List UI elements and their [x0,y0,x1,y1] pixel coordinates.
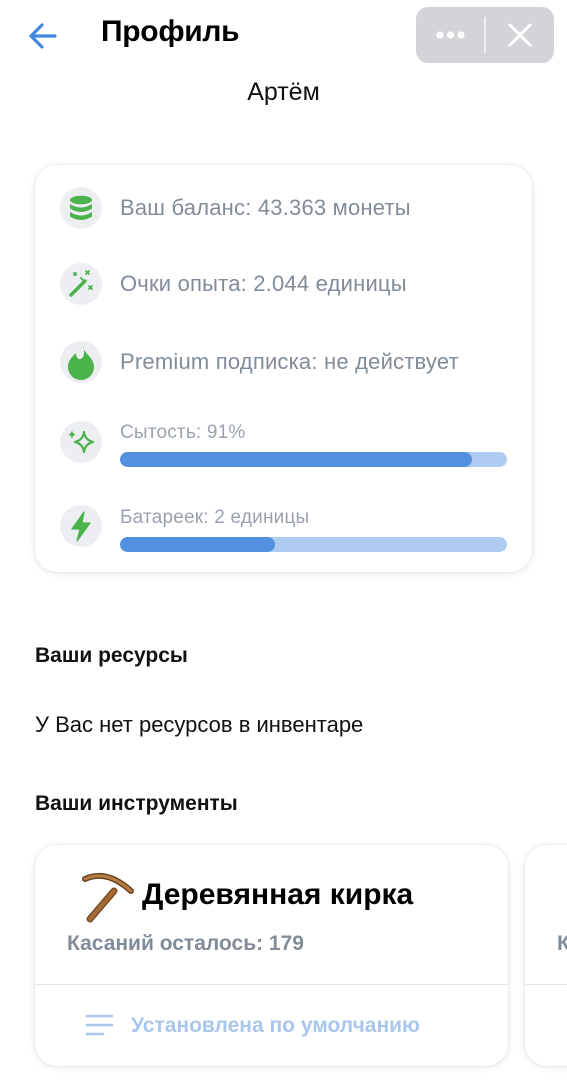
batteries-label: Батареек: 2 единицы [120,507,310,528]
resources-title: Ваши ресурсы [35,644,188,667]
close-icon [508,23,532,47]
user-name: Артём [247,78,320,106]
stat-satiety: Сытость: 91% [35,413,532,473]
window-controls [416,7,554,63]
satiety-progress-fill [120,452,473,467]
pickaxe-icon [77,867,137,927]
arrow-left-icon [29,23,57,49]
stat-premium: Premium подписка: не действует [35,333,532,393]
header: Профиль [0,0,567,70]
list-icon [85,1014,114,1036]
satiety-progress-bar [120,452,507,467]
tool-uses-left: Касаний осталось: 179 [67,932,304,955]
batteries-progress-fill [120,537,275,552]
back-button[interactable] [24,18,64,54]
resources-empty-message: У Вас нет ресурсов в инвентаре [35,712,364,737]
tool-divider [525,984,567,985]
batteries-progress-bar [120,537,507,552]
stat-batteries: Батареек: 2 единицы [35,498,532,558]
experience-label: Очки опыта: 2.044 единицы [120,271,407,296]
set-default-button[interactable]: Установлена по умолчанию [35,985,508,1066]
coins-stack-icon [60,187,102,229]
more-horizontal-icon [436,31,465,39]
set-default-label: Установлена по умолчанию [131,1014,420,1037]
balance-label: Ваш баланс: 43.363 монеты [120,195,411,220]
sparkles-icon [60,421,102,463]
tool-card-next[interactable]: К [525,845,567,1066]
tool-name: Деревянная кирка [142,878,414,911]
profile-page: Профиль Артём Ваш баланс: 43.363 монеты … [0,0,567,1080]
more-button[interactable] [416,7,485,63]
lightning-icon [60,505,102,547]
tool-card[interactable]: Деревянная кирка Касаний осталось: 179 У… [35,845,508,1066]
magic-wand-icon [60,263,102,305]
stats-card: Ваш баланс: 43.363 монеты Очки опыта: 2.… [35,165,532,572]
tools-title: Ваши инструменты [35,792,238,815]
satiety-label: Сытость: 91% [120,422,246,443]
drop-icon [60,341,102,383]
premium-label: Premium подписка: не действует [120,349,459,374]
tool-uses-left-peek: К [557,932,567,955]
stat-balance: Ваш баланс: 43.363 монеты [35,178,532,238]
close-button[interactable] [486,7,554,63]
page-title: Профиль [101,15,240,48]
stat-experience: Очки опыта: 2.044 единицы [35,255,532,315]
